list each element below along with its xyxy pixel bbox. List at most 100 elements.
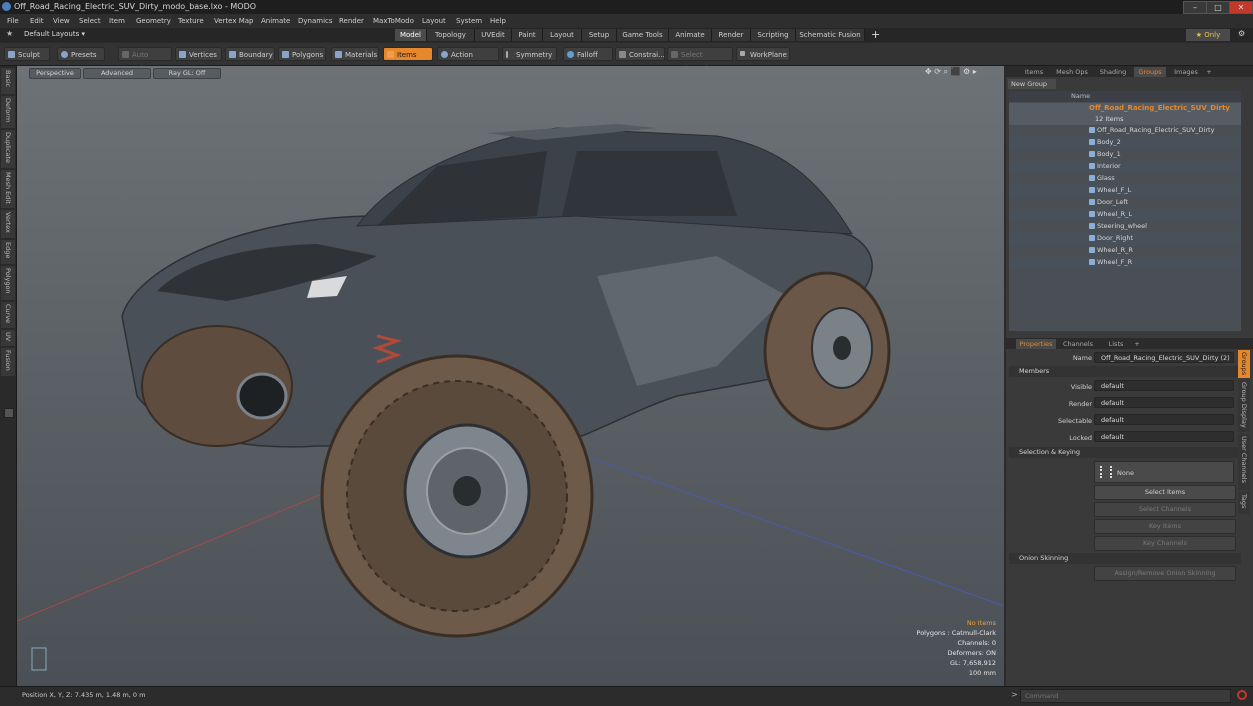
tab-render[interactable]: Render: [712, 29, 751, 41]
group-row[interactable]: Off_Road_Racing_Electric_SUV_Dirty 12 It…: [1009, 103, 1241, 125]
tab-add[interactable]: +: [1204, 67, 1214, 77]
list-item[interactable]: Wheel_R_R: [1009, 245, 1241, 256]
new-group-button[interactable]: New Group: [1008, 79, 1056, 89]
tab-schematic-fusion[interactable]: Schematic Fusion: [796, 29, 865, 41]
auto-select-button[interactable]: Auto Select: [118, 47, 172, 73]
select-through-button[interactable]: Select Through: [667, 47, 733, 73]
command-input[interactable]: [1020, 689, 1231, 703]
add-layout-icon[interactable]: +: [871, 28, 880, 41]
menu-system[interactable]: System: [456, 14, 482, 28]
vtab-fusion[interactable]: Fusion: [1, 348, 15, 376]
list-item[interactable]: Wheel_F_L: [1009, 185, 1241, 196]
falloff-button[interactable]: Falloff: [563, 47, 613, 61]
vertices-button[interactable]: Vertices: [175, 47, 222, 61]
list-item[interactable]: Interior: [1009, 161, 1241, 172]
tab-layout[interactable]: Layout: [543, 29, 582, 41]
vtab-uv[interactable]: UV: [1, 330, 15, 346]
pin-icon[interactable]: ★: [6, 29, 13, 38]
list-item[interactable]: Steering_wheel: [1009, 221, 1241, 232]
tab-images[interactable]: Images: [1170, 67, 1202, 77]
menu-file[interactable]: File: [7, 14, 19, 28]
record-icon[interactable]: [1237, 690, 1247, 700]
tab-channels[interactable]: Channels: [1060, 339, 1096, 349]
symmetry-button[interactable]: Symmetry: [502, 47, 557, 61]
selection-keying-section[interactable]: Selection & Keying: [1009, 447, 1241, 458]
vtab-duplicate[interactable]: Duplicate: [1, 130, 15, 168]
menu-maxtomodo[interactable]: MaxToModo: [373, 14, 414, 28]
layout-selector[interactable]: Default Layouts ▾: [24, 30, 85, 38]
vtab-mesh-edit[interactable]: Mesh Edit: [1, 170, 15, 208]
menu-view[interactable]: View: [53, 14, 70, 28]
onion-skinning-section[interactable]: Onion Skinning: [1009, 553, 1241, 564]
list-item[interactable]: Off_Road_Racing_Electric_SUV_Dirty: [1009, 125, 1241, 136]
tab-animate[interactable]: Animate: [669, 29, 712, 41]
side-tab-groups[interactable]: Groups: [1238, 350, 1250, 378]
minimize-button[interactable]: –: [1183, 1, 1207, 14]
tab-mesh-ops[interactable]: Mesh Ops: [1052, 67, 1092, 77]
gear-icon[interactable]: ⚙: [1238, 29, 1245, 38]
tab-properties[interactable]: Properties: [1016, 339, 1056, 349]
select-channels-button[interactable]: Select Channels: [1094, 502, 1236, 517]
vtab-deform[interactable]: Deform: [1, 96, 15, 128]
list-item[interactable]: Wheel_R_L: [1009, 209, 1241, 220]
side-tab-group-display[interactable]: Group Display: [1238, 380, 1250, 432]
vtab-basic[interactable]: Basic: [1, 68, 15, 94]
menu-geometry[interactable]: Geometry: [136, 14, 171, 28]
menu-dynamics[interactable]: Dynamics: [298, 14, 333, 28]
vtab-curve[interactable]: Curve: [1, 302, 15, 328]
key-items-button[interactable]: Key Items: [1094, 519, 1236, 534]
tab-model[interactable]: Model: [395, 29, 427, 41]
none-button[interactable]: None: [1094, 461, 1234, 483]
close-button[interactable]: ✕: [1229, 1, 1253, 14]
tab-topology[interactable]: Topology: [427, 29, 475, 41]
only-toggle[interactable]: ★ Only: [1186, 29, 1230, 41]
3d-viewport[interactable]: Perspective Advanced Ray GL: Off ✥ ⟳ ⌕ ⬛…: [17, 66, 1004, 686]
items-button[interactable]: Items: [383, 47, 433, 61]
name-field[interactable]: Off_Road_Racing_Electric_SUV_Dirty (2): [1094, 352, 1234, 363]
constraint-button[interactable]: Constrai...: [615, 47, 665, 61]
select-items-button[interactable]: Select Items: [1094, 485, 1236, 500]
tab-uvedit[interactable]: UVEdit: [475, 29, 512, 41]
menu-item[interactable]: Item: [109, 14, 125, 28]
workplane-button[interactable]: WorkPlane: [736, 47, 790, 61]
list-item[interactable]: Body_1: [1009, 149, 1241, 160]
boundary-button[interactable]: Boundary: [225, 47, 275, 61]
menu-vertex-map[interactable]: Vertex Map: [214, 14, 254, 28]
vtab-polygon[interactable]: Polygon: [1, 266, 15, 300]
sculpt-button[interactable]: Sculpt: [4, 47, 50, 61]
tab-game-tools[interactable]: Game Tools: [617, 29, 669, 41]
menu-help[interactable]: Help: [490, 14, 506, 28]
presets-button[interactable]: Presets: [57, 47, 105, 61]
list-item[interactable]: Body_2: [1009, 137, 1241, 148]
render-dropdown[interactable]: default: [1094, 397, 1234, 408]
tab-lists[interactable]: Lists: [1104, 339, 1128, 349]
tab-scripting[interactable]: Scripting: [751, 29, 796, 41]
tab-add[interactable]: +: [1132, 339, 1142, 349]
maximize-button[interactable]: □: [1206, 1, 1230, 14]
members-section[interactable]: Members: [1009, 366, 1241, 377]
side-tab-user-channels[interactable]: User Channels: [1238, 434, 1250, 490]
locked-dropdown[interactable]: default: [1094, 431, 1234, 442]
materials-button[interactable]: Materials: [331, 47, 379, 61]
menu-layout[interactable]: Layout: [422, 14, 446, 28]
key-channels-button[interactable]: Key Channels: [1094, 536, 1236, 551]
list-item[interactable]: Glass: [1009, 173, 1241, 184]
menu-render[interactable]: Render: [339, 14, 364, 28]
list-item[interactable]: Wheel_F_R: [1009, 257, 1241, 268]
action-center-button[interactable]: Action Center: [437, 47, 499, 73]
tab-items[interactable]: Items: [1020, 67, 1048, 77]
menu-edit[interactable]: Edit: [30, 14, 44, 28]
tab-groups[interactable]: Groups: [1134, 67, 1166, 77]
menu-texture[interactable]: Texture: [178, 14, 204, 28]
list-item[interactable]: Door_Right: [1009, 233, 1241, 244]
tab-paint[interactable]: Paint: [512, 29, 543, 41]
selectable-dropdown[interactable]: default: [1094, 414, 1234, 425]
vtab-vertex[interactable]: Vertex: [1, 210, 15, 238]
assign-onion-button[interactable]: Assign/Remove Onion Skinning: [1094, 566, 1236, 581]
menu-animate[interactable]: Animate: [261, 14, 290, 28]
list-item[interactable]: Door_Left: [1009, 197, 1241, 208]
vtab-edge[interactable]: Edge: [1, 240, 15, 264]
tab-shading[interactable]: Shading: [1096, 67, 1130, 77]
side-tab-tags[interactable]: Tags: [1238, 492, 1250, 514]
collapse-toggle[interactable]: [4, 408, 14, 418]
